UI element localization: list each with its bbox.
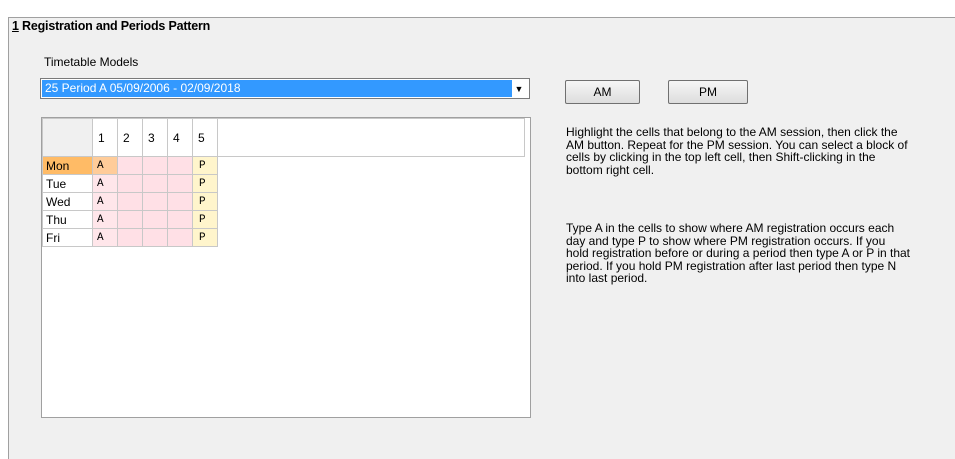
timetable-models-dropdown[interactable]: 25 Period A 05/09/2006 - 02/09/2018 ▼ bbox=[40, 78, 530, 99]
grid-cell[interactable] bbox=[167, 210, 193, 229]
column-header[interactable]: 3 bbox=[142, 118, 168, 157]
grid-cell[interactable] bbox=[117, 156, 143, 175]
help-text-selection: Highlight the cells that belong to the A… bbox=[566, 125, 908, 177]
column-header[interactable]: 5 bbox=[192, 118, 218, 157]
table-row: Fri A P bbox=[42, 228, 525, 247]
row-header[interactable]: Tue bbox=[42, 174, 93, 193]
grid-cell[interactable] bbox=[117, 192, 143, 211]
grid-cell[interactable] bbox=[117, 174, 143, 193]
grid-cell[interactable] bbox=[167, 228, 193, 247]
table-row: Mon A P bbox=[42, 156, 525, 175]
periods-grid[interactable]: 1 2 3 4 5 Mon A P Tue A P Wed A P Thu A … bbox=[41, 117, 531, 418]
grid-cell[interactable] bbox=[142, 192, 168, 211]
column-header[interactable]: 1 bbox=[92, 118, 118, 157]
section-title: 1 Registration and Periods Pattern bbox=[12, 19, 210, 33]
grid-cell[interactable]: A bbox=[92, 192, 118, 211]
table-row: Wed A P bbox=[42, 192, 525, 211]
grid-cell[interactable] bbox=[117, 228, 143, 247]
timetable-models-label: Timetable Models bbox=[44, 55, 139, 69]
grid-header-filler bbox=[217, 118, 525, 157]
grid-cell[interactable] bbox=[167, 192, 193, 211]
grid-cell[interactable]: A bbox=[92, 228, 118, 247]
row-header[interactable]: Wed bbox=[42, 192, 93, 211]
column-header[interactable]: 2 bbox=[117, 118, 143, 157]
row-header[interactable]: Fri bbox=[42, 228, 93, 247]
timetable-models-selected: 25 Period A 05/09/2006 - 02/09/2018 bbox=[42, 80, 512, 97]
row-header[interactable]: Mon bbox=[42, 156, 93, 175]
section-title-text: Registration and Periods Pattern bbox=[18, 19, 211, 33]
grid-cell[interactable] bbox=[142, 210, 168, 229]
help-text-typing: Type A in the cells to show where AM reg… bbox=[566, 221, 911, 285]
am-button[interactable]: AM bbox=[565, 80, 640, 104]
section-number: 1 bbox=[12, 19, 19, 33]
grid-corner bbox=[42, 118, 93, 157]
grid-cell[interactable] bbox=[142, 228, 168, 247]
grid-cell[interactable] bbox=[167, 156, 193, 175]
grid-cell[interactable]: P bbox=[192, 174, 218, 193]
grid-cell[interactable] bbox=[117, 210, 143, 229]
pm-button[interactable]: PM bbox=[668, 80, 748, 104]
grid-cell[interactable] bbox=[142, 156, 168, 175]
grid-cell[interactable]: A bbox=[92, 210, 118, 229]
grid-cell[interactable]: P bbox=[192, 228, 218, 247]
row-header[interactable]: Thu bbox=[42, 210, 93, 229]
periods-table: 1 2 3 4 5 Mon A P Tue A P Wed A P Thu A … bbox=[42, 118, 525, 247]
table-row: Thu A P bbox=[42, 210, 525, 229]
grid-cell[interactable]: P bbox=[192, 156, 218, 175]
grid-cell[interactable]: P bbox=[192, 210, 218, 229]
grid-cell[interactable]: P bbox=[192, 192, 218, 211]
table-row: Tue A P bbox=[42, 174, 525, 193]
grid-cell[interactable]: A bbox=[92, 174, 118, 193]
chevron-down-icon[interactable]: ▼ bbox=[513, 82, 525, 96]
grid-cell[interactable]: A bbox=[92, 156, 118, 175]
grid-cell[interactable] bbox=[167, 174, 193, 193]
grid-cell[interactable] bbox=[142, 174, 168, 193]
column-header[interactable]: 4 bbox=[167, 118, 193, 157]
grid-header-row: 1 2 3 4 5 bbox=[42, 118, 525, 157]
